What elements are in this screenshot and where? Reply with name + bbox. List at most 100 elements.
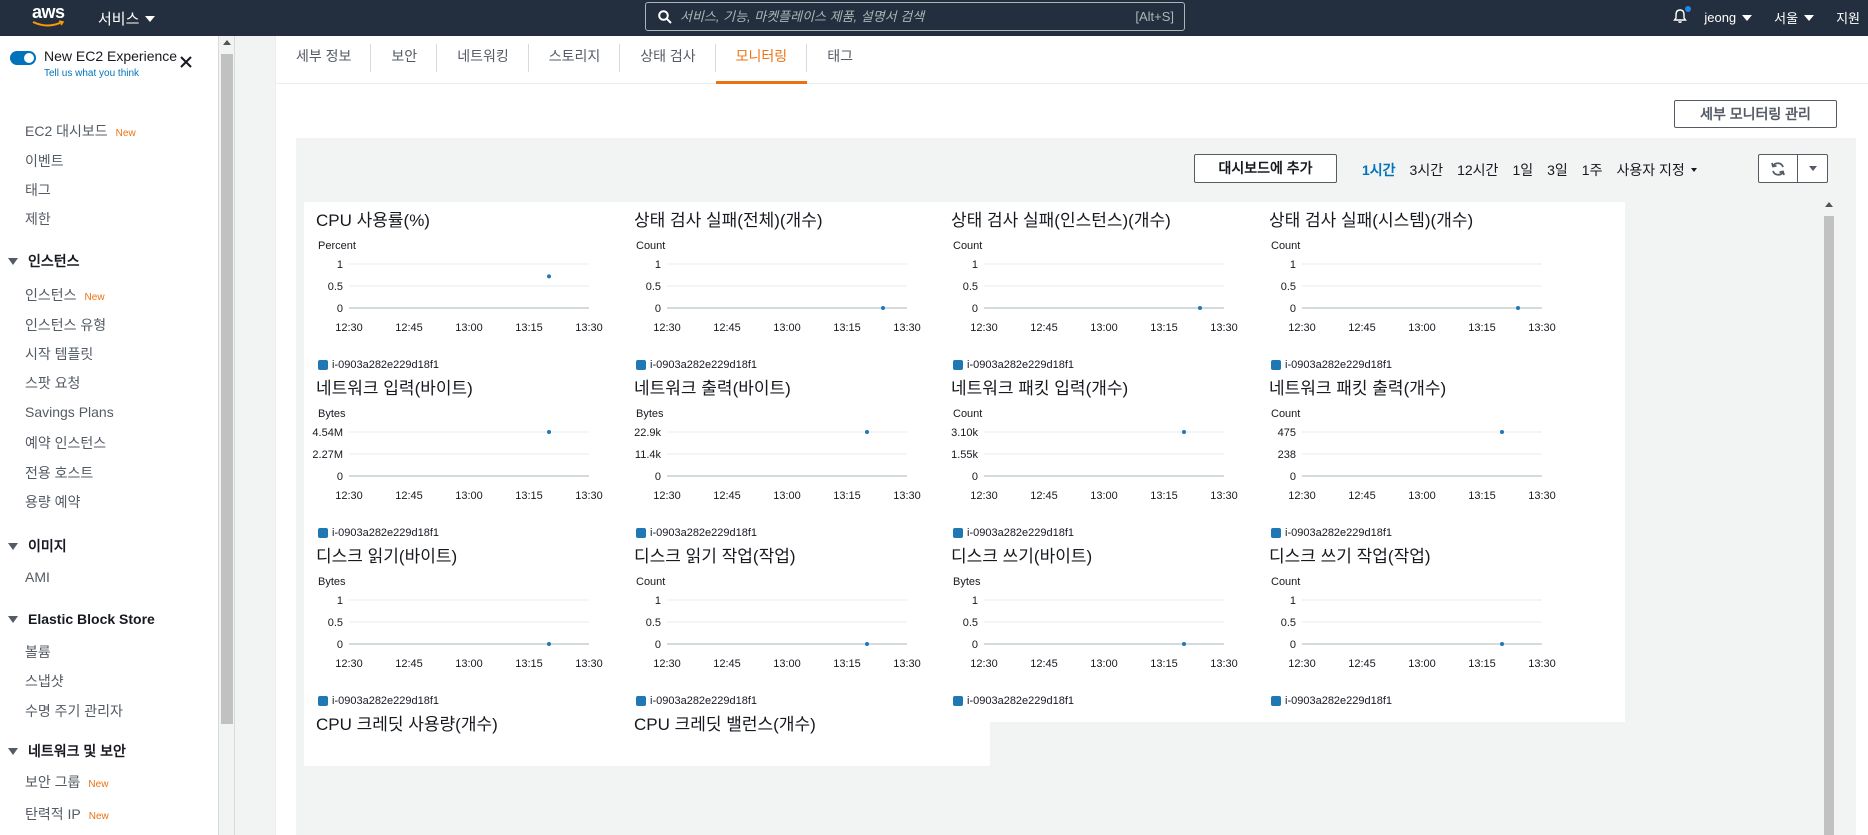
sidebar-item[interactable]: 이벤트 xyxy=(25,151,64,171)
x-tick-label: 12:45 xyxy=(1030,658,1058,670)
metric-title: CPU 크레딧 밸런스(개수) xyxy=(634,715,816,734)
region-menu[interactable]: 서울 xyxy=(1774,8,1815,27)
data-point[interactable] xyxy=(1516,306,1520,310)
metric-widget: 네트워크 패킷 입력(개수) Count 3.10k 1.55k 0 12:30 12:45… xyxy=(939,370,1307,554)
sidebar-item-label: 이벤트 xyxy=(25,153,64,169)
x-tick-label: 13:00 xyxy=(455,490,483,502)
y-tick-label: 1 xyxy=(972,595,978,607)
sidebar-section[interactable]: 이미지 xyxy=(8,536,67,556)
sidebar-item[interactable]: 전용 호스트 xyxy=(25,463,93,483)
time-range-option[interactable]: 1주 xyxy=(1582,160,1603,180)
feedback-link[interactable]: Tell us what you think xyxy=(44,68,177,79)
sidebar-item-label: AMI xyxy=(25,569,50,585)
custom-range-dropdown[interactable]: 사용자 지정 xyxy=(1616,160,1697,180)
search-input[interactable] xyxy=(680,9,1136,24)
tab[interactable]: 태그 xyxy=(807,36,873,84)
tab[interactable]: 스토리지 xyxy=(529,36,621,84)
manage-detailed-monitoring-button[interactable]: 세부 모니터링 관리 xyxy=(1674,100,1837,128)
sidebar-item[interactable]: 탄력적 IP New xyxy=(25,804,109,824)
refresh-options-dropdown[interactable] xyxy=(1798,155,1827,182)
tab[interactable]: 보안 xyxy=(371,36,438,84)
custom-range-label: 사용자 지정 xyxy=(1616,162,1685,178)
x-tick-label: 12:30 xyxy=(1288,322,1316,334)
sidebar-scrollbar[interactable] xyxy=(219,36,235,835)
x-tick-label: 12:30 xyxy=(970,322,998,334)
sidebar-item[interactable]: 인스턴스 New xyxy=(25,285,105,305)
x-tick-label: 12:45 xyxy=(1348,658,1376,670)
time-range-option[interactable]: 3일 xyxy=(1547,160,1568,180)
y-tick-label: 0 xyxy=(1290,303,1296,315)
x-tick-label: 12:30 xyxy=(653,658,681,670)
data-point[interactable] xyxy=(1500,642,1504,646)
x-tick-label: 13:15 xyxy=(833,658,861,670)
data-point[interactable] xyxy=(547,274,551,279)
chart-legend[interactable]: i-0903a282e229d18f1 xyxy=(1271,695,1392,707)
sidebar-item[interactable]: 인스턴스 유형 xyxy=(25,315,106,335)
sidebar-section[interactable]: 네트워크 및 보안 xyxy=(8,741,126,761)
tab[interactable]: 세부 정보 xyxy=(276,36,372,84)
sidebar-item[interactable]: 보안 그룹 New xyxy=(25,772,108,792)
data-point[interactable] xyxy=(1500,430,1504,434)
sidebar-section[interactable]: 인스턴스 xyxy=(8,251,80,271)
support-label: 지원 xyxy=(1836,11,1860,26)
services-menu-button[interactable]: 서비스 xyxy=(98,8,156,29)
sidebar-item[interactable]: 제한 xyxy=(25,209,51,229)
global-search[interactable]: [Alt+S] xyxy=(645,2,1185,31)
data-point[interactable] xyxy=(547,642,551,646)
x-tick-label: 12:30 xyxy=(1288,658,1316,670)
metric-chart: 1 0.5 0 12:30 12:45 13:00 13:15 13:30 xyxy=(963,259,1238,334)
sidebar-item[interactable]: 예약 인스턴스 xyxy=(25,433,106,453)
scrollbar-thumb[interactable] xyxy=(221,54,233,724)
data-point[interactable] xyxy=(547,430,551,434)
tab[interactable]: 상태 검사 xyxy=(620,36,716,84)
data-point[interactable] xyxy=(865,642,869,646)
scroll-up-arrow-icon[interactable] xyxy=(223,40,231,45)
metric-title: 디스크 쓰기(바이트) xyxy=(951,547,1093,566)
metric-widget: CPU 크레딧 밸런스(개수) xyxy=(622,706,990,766)
notifications-button[interactable] xyxy=(1672,6,1692,27)
sidebar-item[interactable]: 용량 예약 xyxy=(25,492,80,512)
chevron-down-icon xyxy=(1804,14,1815,21)
legend-swatch xyxy=(953,696,963,706)
sidebar-item[interactable]: 수명 주기 관리자 xyxy=(25,701,123,721)
scroll-up-arrow-icon[interactable] xyxy=(1825,202,1833,207)
data-point[interactable] xyxy=(1182,430,1186,434)
add-to-dashboard-button[interactable]: 대시보드에 추가 xyxy=(1194,154,1337,183)
data-point[interactable] xyxy=(865,430,869,434)
y-tick-label: 0.5 xyxy=(963,281,978,293)
close-icon[interactable] xyxy=(178,54,194,70)
sidebar-item[interactable]: 스팟 요청 xyxy=(25,373,80,393)
sidebar-item[interactable]: EC2 대시보드 New xyxy=(25,121,136,141)
sidebar-item[interactable]: Savings Plans xyxy=(25,404,114,420)
data-point[interactable] xyxy=(1182,642,1186,646)
aws-logo[interactable]: aws xyxy=(30,2,70,32)
support-menu[interactable]: 지원 xyxy=(1836,8,1860,27)
x-tick-label: 12:30 xyxy=(970,490,998,502)
time-range-option[interactable]: 3시간 xyxy=(1410,160,1444,180)
sidebar-item-label: 용량 예약 xyxy=(25,494,81,510)
user-menu[interactable]: jeong xyxy=(1704,10,1753,25)
refresh-button[interactable] xyxy=(1759,155,1798,182)
metrics-scrollbar[interactable] xyxy=(1822,198,1836,835)
sidebar-section-label: 인스턴스 xyxy=(28,253,80,269)
sidebar-item[interactable]: 스냅샷 xyxy=(25,671,64,691)
sidebar-item[interactable]: 볼륨 xyxy=(25,642,51,662)
data-point[interactable] xyxy=(1198,306,1202,310)
tab[interactable]: 모니터링 xyxy=(715,36,808,84)
sidebar-item[interactable]: 태그 xyxy=(25,180,51,200)
sidebar-item[interactable]: 시작 템플릿 xyxy=(25,344,93,364)
time-range-option[interactable]: 12시간 xyxy=(1457,160,1498,180)
new-experience-toggle[interactable] xyxy=(10,51,36,65)
y-tick-label: 0.5 xyxy=(1281,281,1296,293)
legend-swatch xyxy=(318,696,328,706)
tab[interactable]: 네트워킹 xyxy=(437,36,529,84)
time-range-option[interactable]: 1시간 xyxy=(1362,160,1396,180)
y-tick-label: 0 xyxy=(655,471,661,483)
sidebar-item[interactable]: AMI xyxy=(25,569,50,585)
time-range-option[interactable]: 1일 xyxy=(1512,160,1533,180)
sidebar-section[interactable]: Elastic Block Store xyxy=(8,611,155,627)
x-tick-label: 13:30 xyxy=(1528,490,1556,502)
data-point[interactable] xyxy=(881,306,885,310)
sidebar-item-label: 볼륨 xyxy=(25,644,51,660)
scrollbar-thumb[interactable] xyxy=(1824,216,1834,835)
